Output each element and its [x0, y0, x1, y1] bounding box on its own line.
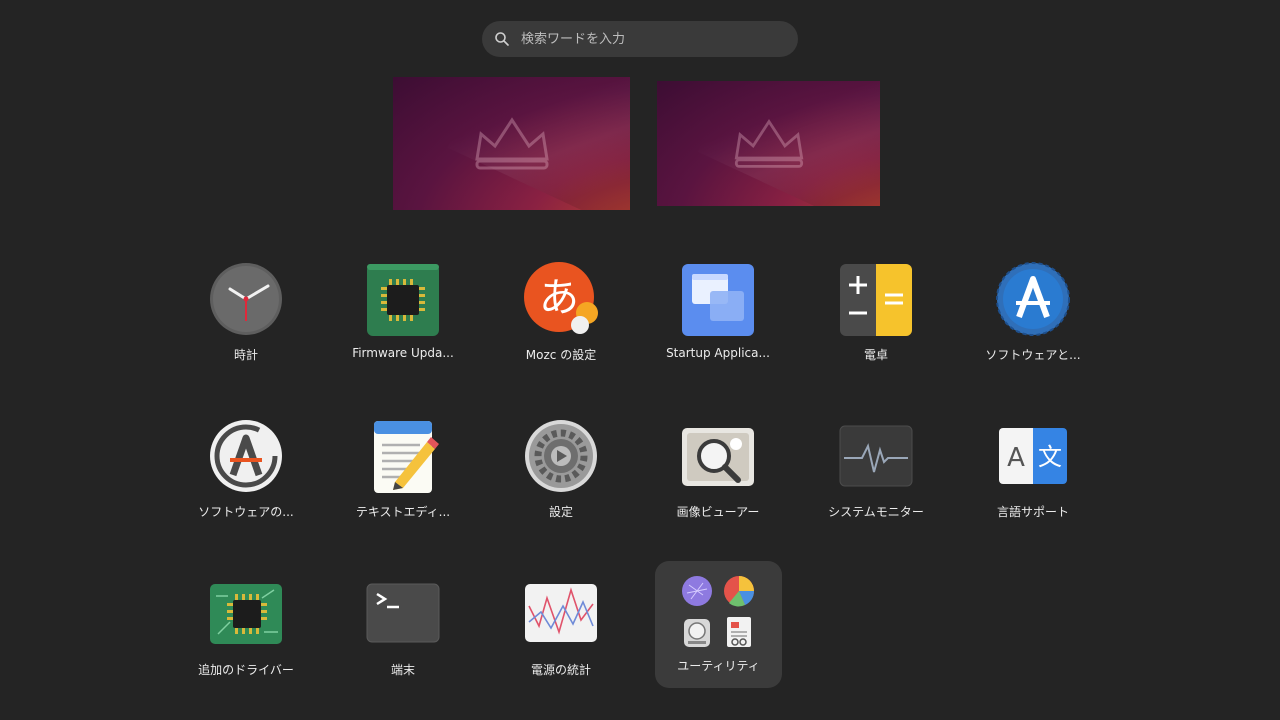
search-bar[interactable] [482, 21, 798, 57]
app-clocks[interactable]: 時計 [176, 259, 316, 379]
search-input[interactable] [519, 30, 783, 48]
app-label: 時計 [233, 348, 258, 362]
app-system-monitor[interactable]: システムモニター [806, 416, 946, 536]
app-image-viewer[interactable]: 画像ビューアー [648, 416, 788, 536]
app-folder-utilities[interactable]: ユーティリティ [655, 561, 782, 688]
power-statistics-icon [523, 576, 599, 652]
firmware-chip-icon [365, 261, 441, 337]
app-text-editor[interactable]: テキストエディ... [333, 416, 473, 536]
svg-text:あ: あ [539, 275, 579, 321]
app-label: ソフトウェアと... [985, 348, 1081, 362]
workspace-thumbnail-2[interactable] [657, 81, 880, 206]
app-label: 言語サポート [996, 505, 1069, 519]
calculator-icon [838, 261, 914, 337]
app-firmware-updater[interactable]: Firmware Upda... [333, 259, 473, 379]
app-label: 電源の統計 [530, 663, 591, 677]
driver-chip-icon [208, 576, 284, 652]
app-settings[interactable]: 設定 [491, 416, 631, 536]
workspace-thumbnail-1[interactable] [393, 77, 630, 210]
app-label: 設定 [548, 505, 573, 519]
search-icon [495, 32, 509, 46]
settings-gear-icon [523, 418, 599, 494]
clock-icon [208, 261, 284, 337]
app-software-sources[interactable]: ソフトウェアと... [963, 259, 1103, 379]
startup-windows-icon [680, 261, 756, 337]
app-terminal[interactable]: 端末 [333, 574, 473, 694]
app-startup-applications[interactable]: Startup Applica... [648, 259, 788, 379]
software-updater-icon [208, 418, 284, 494]
software-sources-icon [995, 261, 1071, 337]
crown-watermark-icon [474, 116, 549, 169]
svg-text:A: A [1007, 443, 1025, 473]
app-label: システムモニター [828, 505, 924, 519]
utilities-folder-icon [679, 573, 759, 653]
app-label: 追加のドライバー [198, 663, 294, 677]
app-power-statistics[interactable]: 電源の統計 [491, 574, 631, 694]
mozc-icon: あ [523, 261, 599, 337]
app-mozc-settings[interactable]: あ Mozc の設定 [491, 259, 631, 379]
app-calculator[interactable]: 電卓 [806, 259, 946, 379]
crown-watermark-icon [734, 118, 803, 168]
app-label: Mozc の設定 [525, 348, 597, 362]
app-label: 電卓 [863, 348, 888, 362]
app-label: ソフトウェアの... [198, 505, 294, 519]
image-viewer-icon [680, 418, 756, 494]
app-label: テキストエディ... [355, 505, 451, 519]
app-additional-drivers[interactable]: 追加のドライバー [176, 574, 316, 694]
terminal-icon [365, 576, 441, 652]
app-label: Firmware Upda... [352, 346, 454, 360]
language-support-icon: A 文 [995, 418, 1071, 494]
folder-label: ユーティリティ [677, 659, 760, 673]
app-label: 画像ビューアー [676, 505, 760, 519]
app-software-updater[interactable]: ソフトウェアの... [176, 416, 316, 536]
text-editor-icon [365, 418, 441, 494]
app-label: Startup Applica... [666, 346, 770, 360]
svg-text:文: 文 [1038, 443, 1062, 471]
system-monitor-icon [838, 418, 914, 494]
app-language-support[interactable]: A 文 言語サポート [963, 416, 1103, 536]
app-label: 端末 [390, 663, 415, 677]
